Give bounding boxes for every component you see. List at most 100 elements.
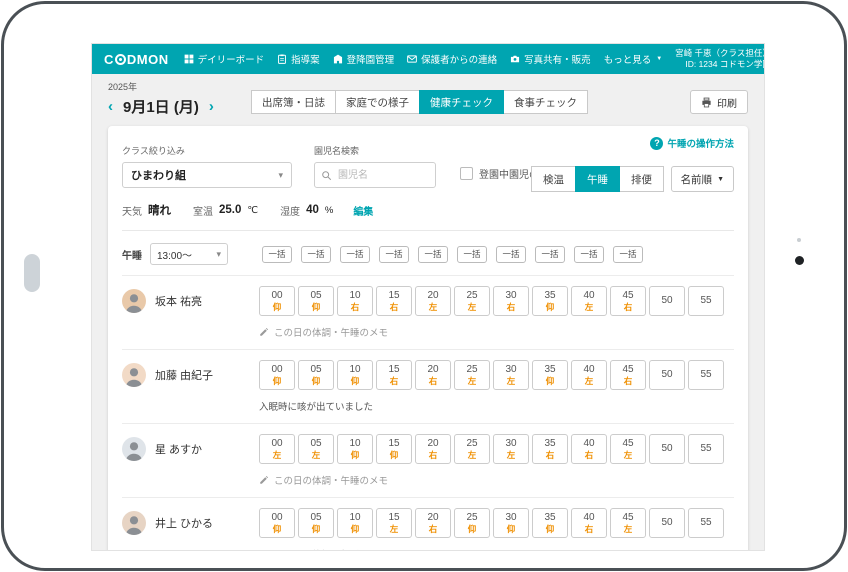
batch-button-8[interactable]: 一括 (574, 246, 604, 263)
child-name-search-input[interactable] (336, 169, 429, 182)
nap-cell-40[interactable]: 40左 (571, 286, 607, 316)
nap-cell-50[interactable]: 50 (649, 434, 685, 464)
nap-cell-05[interactable]: 05仰 (298, 360, 334, 390)
tab-2[interactable]: 健康チェック (419, 90, 504, 114)
nap-cell-10[interactable]: 10仰 (337, 508, 373, 538)
cell-position: 左 (390, 525, 399, 534)
cell-position: 左 (585, 377, 594, 386)
cell-position: 仰 (390, 451, 399, 460)
print-button[interactable]: 印刷 (690, 90, 748, 114)
nap-cell-05[interactable]: 05左 (298, 434, 334, 464)
tab-3[interactable]: 食事チェック (503, 90, 588, 114)
batch-button-5[interactable]: 一括 (457, 246, 487, 263)
nap-cell-00[interactable]: 00仰 (259, 360, 295, 390)
memo-link-label: この日の体調・午睡のメモ (274, 325, 388, 339)
batch-button-2[interactable]: 一括 (340, 246, 370, 263)
nap-cell-20[interactable]: 20右 (415, 434, 451, 464)
batch-button-4[interactable]: 一括 (418, 246, 448, 263)
cell-position: 仰 (546, 525, 555, 534)
nap-cell-55[interactable]: 55 (688, 508, 724, 538)
nav-item-0[interactable]: デイリーボード (184, 52, 265, 66)
nap-cell-10[interactable]: 10右 (337, 286, 373, 316)
nap-cell-50[interactable]: 50 (649, 286, 685, 316)
cell-time: 00 (271, 291, 282, 301)
memo-link[interactable]: この日の体調・午睡のメモ (259, 325, 388, 339)
grid-icon (184, 54, 194, 64)
mode-button-2[interactable]: 排便 (619, 166, 664, 192)
prev-day-button[interactable]: ‹ (108, 99, 113, 114)
nap-cell-10[interactable]: 10仰 (337, 360, 373, 390)
tab-1[interactable]: 家庭での様子 (335, 90, 420, 114)
nap-cell-20[interactable]: 20左 (415, 286, 451, 316)
batch-button-3[interactable]: 一括 (379, 246, 409, 263)
cell-position: 仰 (546, 303, 555, 312)
nap-cell-35[interactable]: 35仰 (532, 286, 568, 316)
nap-cell-00[interactable]: 00左 (259, 434, 295, 464)
nav-item-1[interactable]: 指導案 (277, 52, 320, 66)
nav-item-2[interactable]: 登降園管理 (333, 52, 395, 66)
nap-cell-50[interactable]: 50 (649, 508, 685, 538)
nap-cell-10[interactable]: 10仰 (337, 434, 373, 464)
batch-button-1[interactable]: 一括 (301, 246, 331, 263)
nap-cell-45[interactable]: 45右 (610, 286, 646, 316)
nav-item-3[interactable]: 保護者からの連絡 (407, 52, 497, 66)
tab-0[interactable]: 出席簿・日誌 (251, 90, 336, 114)
nap-cell-45[interactable]: 45左 (610, 508, 646, 538)
nap-cell-55[interactable]: 55 (688, 360, 724, 390)
memo-row: この日の体調・午睡のメモ (259, 325, 724, 339)
memo-link[interactable]: この日の体調・午睡のメモ (259, 547, 388, 550)
next-day-button[interactable]: › (209, 99, 214, 114)
user-id: ID: 1234 コドモン学園 (675, 59, 764, 70)
nap-cell-40[interactable]: 40右 (571, 434, 607, 464)
user-info[interactable]: 宮崎 千恵（クラス担任） ID: 1234 コドモン学園 (675, 48, 764, 71)
nap-cell-55[interactable]: 55 (688, 286, 724, 316)
nap-cell-00[interactable]: 00仰 (259, 508, 295, 538)
nap-cell-15[interactable]: 15右 (376, 360, 412, 390)
nav-item-4[interactable]: 写真共有・販売 (510, 52, 591, 66)
nav-item-label: 登降園管理 (347, 52, 395, 66)
nap-cell-15[interactable]: 15左 (376, 508, 412, 538)
batch-button-9[interactable]: 一括 (613, 246, 643, 263)
batch-button-7[interactable]: 一括 (535, 246, 565, 263)
nap-cell-20[interactable]: 20右 (415, 360, 451, 390)
nap-cell-00[interactable]: 00仰 (259, 286, 295, 316)
nap-cell-05[interactable]: 05仰 (298, 286, 334, 316)
cell-time: 55 (700, 370, 711, 380)
sort-button[interactable]: 名前順 ▼ (671, 166, 734, 192)
class-select[interactable]: ひまわり組 ▾ (122, 162, 292, 188)
nap-cell-30[interactable]: 30仰 (493, 508, 529, 538)
nap-cell-45[interactable]: 45右 (610, 360, 646, 390)
nap-cell-50[interactable]: 50 (649, 360, 685, 390)
edit-conditions-button[interactable]: 編集 (353, 203, 373, 218)
mode-button-1[interactable]: 午睡 (575, 166, 620, 192)
memo-row: 入眠時に咳が出ていました (259, 399, 724, 413)
mode-button-0[interactable]: 検温 (531, 166, 576, 192)
nap-cell-30[interactable]: 30左 (493, 434, 529, 464)
nap-cell-25[interactable]: 25左 (454, 286, 490, 316)
nap-cell-25[interactable]: 25左 (454, 360, 490, 390)
nap-cell-15[interactable]: 15仰 (376, 434, 412, 464)
nap-cell-30[interactable]: 30右 (493, 286, 529, 316)
nap-cell-35[interactable]: 35仰 (532, 508, 568, 538)
nap-cell-25[interactable]: 25仰 (454, 508, 490, 538)
nap-cell-20[interactable]: 20右 (415, 508, 451, 538)
cell-position: 仰 (468, 525, 477, 534)
nap-cell-55[interactable]: 55 (688, 434, 724, 464)
nav-item-5[interactable]: もっと見る▼ (604, 52, 662, 66)
codmon-logo[interactable]: C DMON (104, 52, 169, 67)
nap-cell-30[interactable]: 30左 (493, 360, 529, 390)
nap-time-select[interactable]: 13:00〜 ▾ (150, 243, 228, 265)
nap-cell-35[interactable]: 35仰 (532, 360, 568, 390)
nap-cell-15[interactable]: 15右 (376, 286, 412, 316)
nap-help-link[interactable]: ? 午睡の操作方法 (650, 136, 734, 150)
memo-link[interactable]: この日の体調・午睡のメモ (259, 473, 388, 487)
nap-cell-05[interactable]: 05仰 (298, 508, 334, 538)
attending-only-checkbox[interactable] (460, 167, 473, 180)
batch-button-0[interactable]: 一括 (262, 246, 292, 263)
nap-cell-25[interactable]: 25左 (454, 434, 490, 464)
nap-cell-40[interactable]: 40右 (571, 508, 607, 538)
nap-cell-35[interactable]: 35右 (532, 434, 568, 464)
nap-cell-45[interactable]: 45左 (610, 434, 646, 464)
nap-cell-40[interactable]: 40左 (571, 360, 607, 390)
batch-button-6[interactable]: 一括 (496, 246, 526, 263)
